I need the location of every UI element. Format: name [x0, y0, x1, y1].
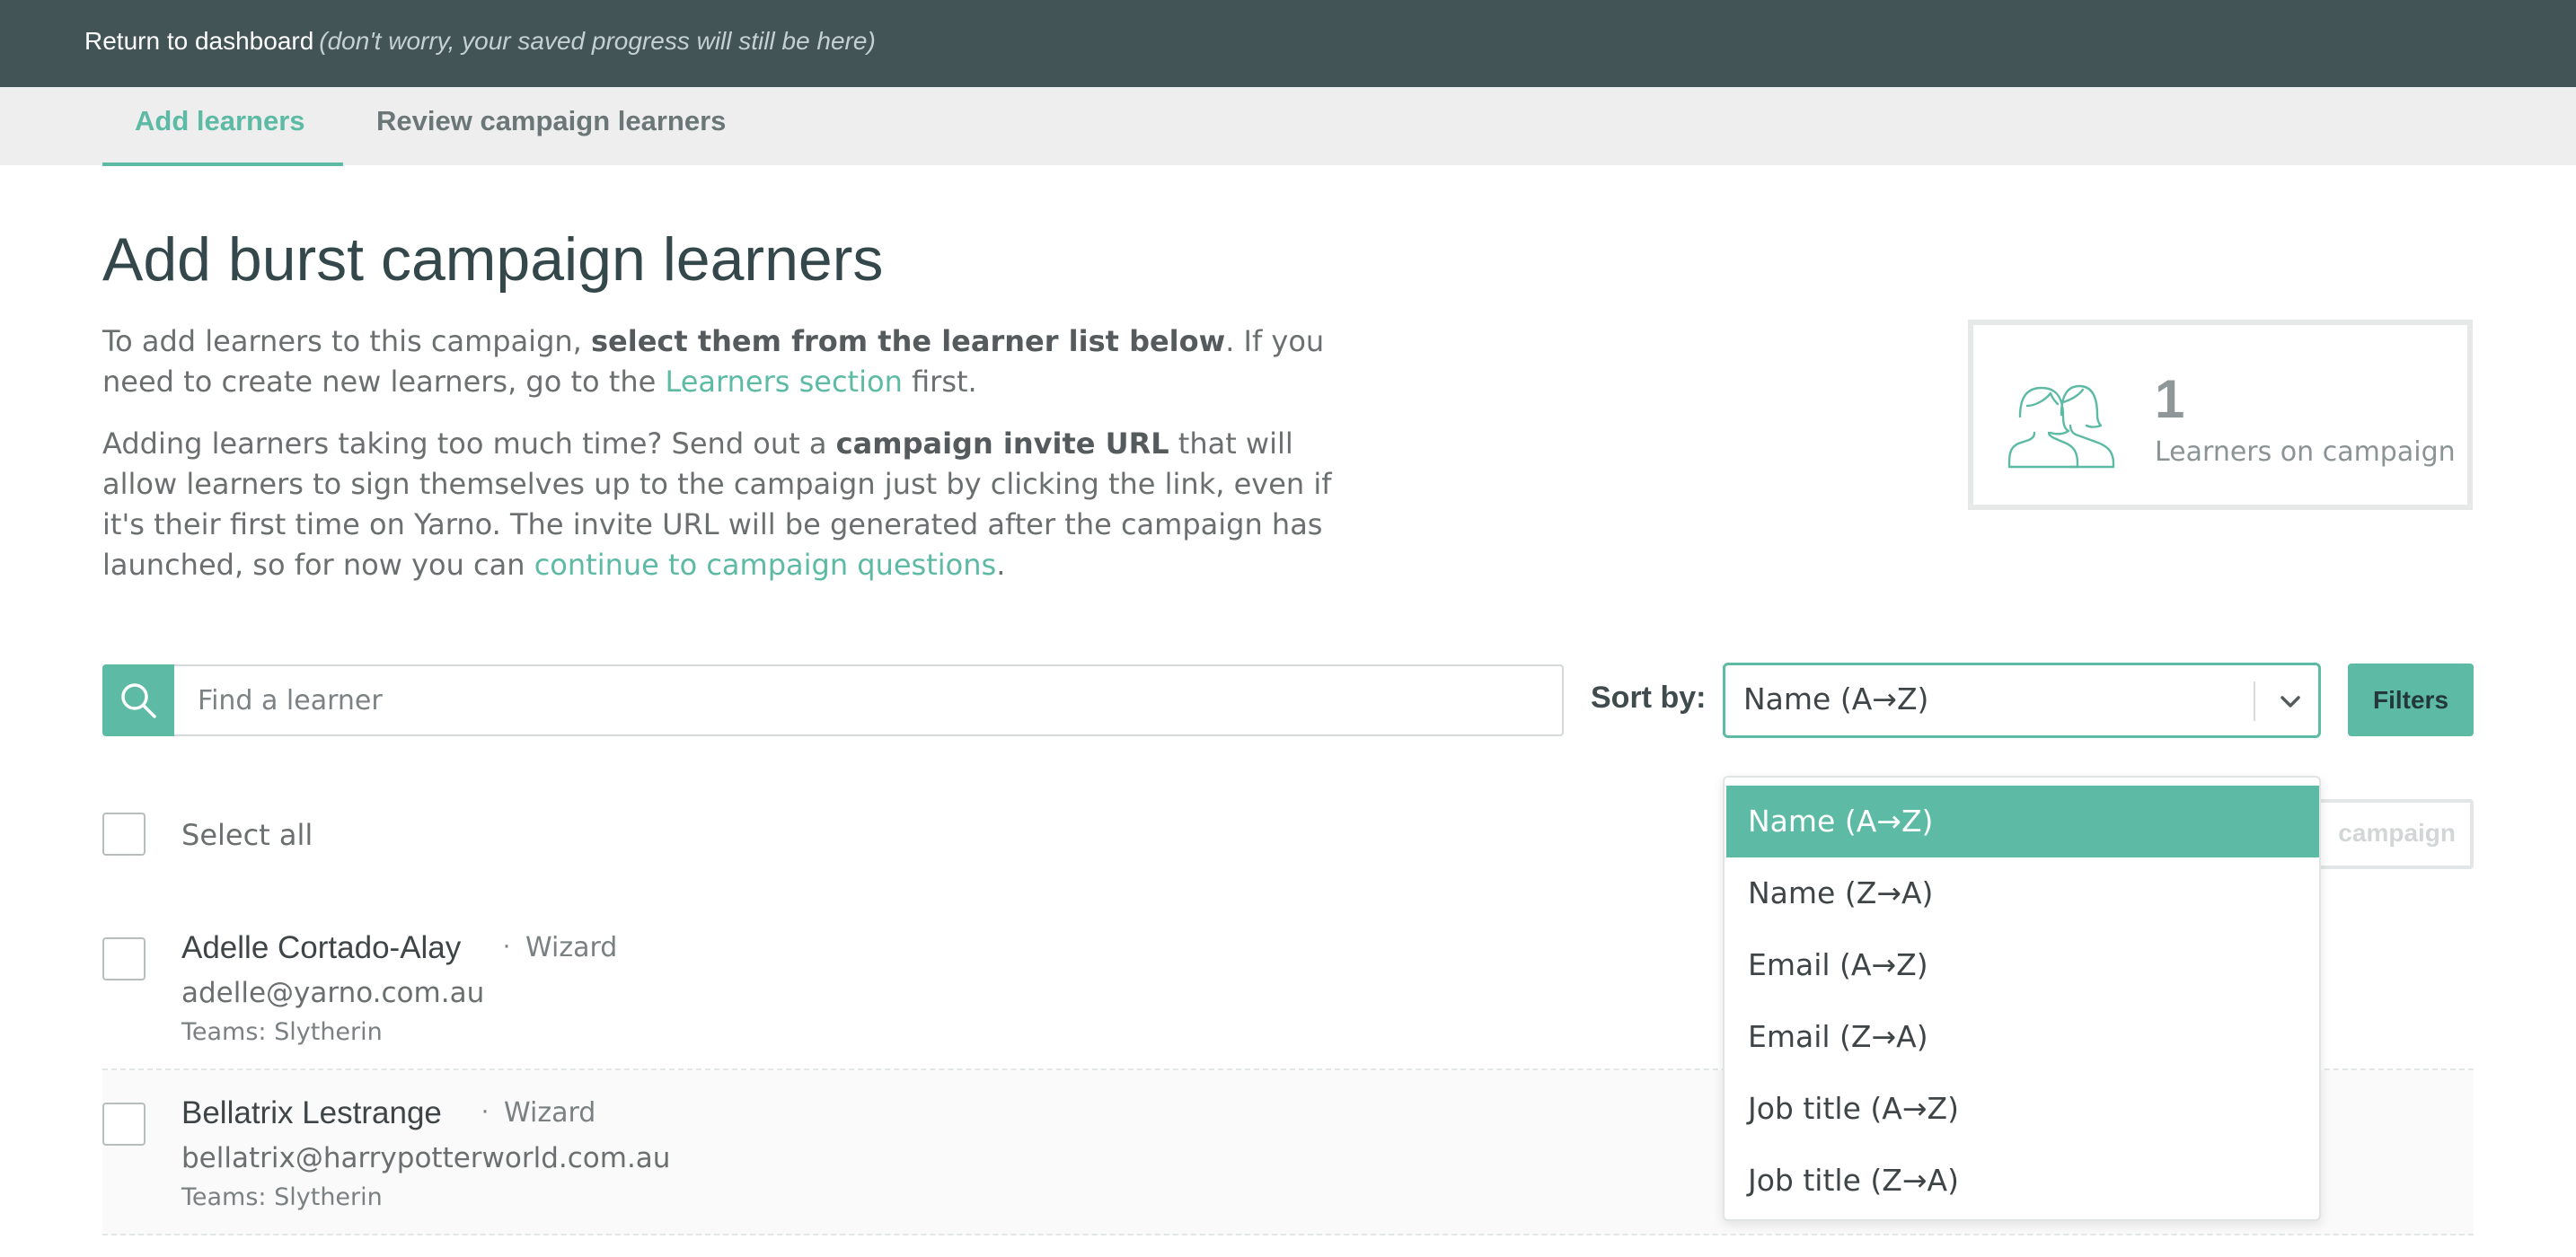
chevron-down-icon[interactable]	[2275, 687, 2306, 717]
invite-paragraph: Adding learners taking too much time? Se…	[102, 424, 1360, 585]
learner-teams: Teams: Slytherin	[181, 1018, 383, 1046]
search-input[interactable]	[174, 664, 1564, 736]
sort-label: Sort by:	[1591, 681, 1707, 715]
intro-bold: select them from the learner list below	[591, 324, 1226, 358]
invite-text-3: .	[996, 548, 1006, 582]
select-all-label: Select all	[181, 818, 313, 852]
sort-divider	[2254, 681, 2255, 721]
learner-role: Wizard	[525, 932, 618, 963]
separator-dot: ·	[502, 930, 511, 960]
search-button[interactable]	[102, 664, 174, 736]
return-to-dashboard-link[interactable]: Return to dashboard (don't worry, your sa…	[84, 27, 876, 56]
sort-dropdown-menu: Name (A→Z) Name (Z→A) Email (A→Z) Email …	[1723, 776, 2321, 1221]
tab-add-learners[interactable]: Add learners	[135, 105, 305, 137]
learner-count-value: 1	[2155, 369, 2185, 429]
continue-to-questions-link[interactable]: continue to campaign questions	[534, 548, 996, 582]
return-label: Return to dashboard	[84, 27, 314, 55]
learner-email: bellatrix@harrypotterworld.com.au	[181, 1142, 671, 1174]
invite-bold: campaign invite URL	[835, 426, 1169, 461]
search-icon	[121, 683, 156, 718]
add-to-campaign-label: campaign	[2338, 819, 2456, 847]
return-note: (don't worry, your saved progress will s…	[319, 27, 876, 55]
learner-teams: Teams: Slytherin	[181, 1183, 383, 1211]
intro-text-3: first.	[902, 365, 977, 399]
invite-text-1: Adding learners taking too much time? Se…	[102, 426, 836, 461]
tab-bar: Add learners Review campaign learners	[0, 87, 2576, 165]
sort-selected-value: Name (A→Z)	[1743, 681, 1929, 716]
intro-text-1: To add learners to this campaign,	[102, 324, 591, 358]
learner-count-card: 1 Learners on campaign	[1968, 320, 2473, 510]
learner-checkbox[interactable]	[102, 1103, 146, 1146]
learner-email: adelle@yarno.com.au	[181, 977, 485, 1009]
top-bar: Return to dashboard (don't worry, your sa…	[0, 0, 2576, 87]
learner-role: Wizard	[504, 1097, 596, 1129]
sort-option-email-desc[interactable]: Email (Z→A)	[1726, 1001, 2319, 1073]
people-icon	[2007, 384, 2115, 469]
separator-dot: ·	[481, 1095, 490, 1125]
learner-count-label: Learners on campaign	[2155, 436, 2456, 468]
intro-paragraph: To add learners to this campaign, select…	[102, 321, 1360, 402]
page-title: Add burst campaign learners	[102, 225, 884, 294]
sort-option-name-desc[interactable]: Name (Z→A)	[1726, 857, 2319, 929]
active-tab-indicator	[102, 163, 343, 166]
learner-search	[102, 664, 1564, 736]
sort-option-job-title-asc[interactable]: Job title (A→Z)	[1726, 1073, 2319, 1145]
learner-checkbox[interactable]	[102, 937, 146, 980]
sort-option-job-title-desc[interactable]: Job title (Z→A)	[1726, 1145, 2319, 1217]
sort-option-name-asc[interactable]: Name (A→Z)	[1726, 786, 2319, 857]
tab-review-campaign-learners[interactable]: Review campaign learners	[376, 105, 726, 137]
sort-option-email-asc[interactable]: Email (A→Z)	[1726, 929, 2319, 1001]
filters-button[interactable]: Filters	[2348, 664, 2474, 736]
learners-section-link[interactable]: Learners section	[665, 365, 902, 399]
learner-name: Bellatrix Lestrange	[181, 1095, 442, 1130]
learner-name: Adelle Cortado-Alay	[181, 930, 462, 965]
select-all-checkbox[interactable]	[102, 813, 146, 856]
sort-select[interactable]: Name (A→Z)	[1723, 663, 2321, 738]
